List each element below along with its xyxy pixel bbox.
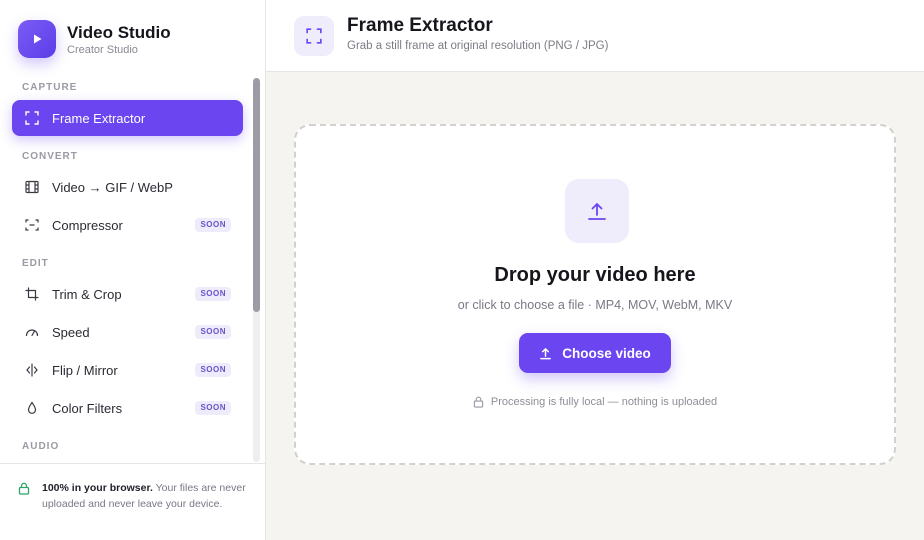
- frame-corners-icon: [294, 16, 334, 56]
- soon-badge: SOON: [195, 287, 231, 301]
- sidebar-item-label: Compressor: [52, 217, 123, 233]
- dropzone-title: Drop your video here: [494, 264, 696, 286]
- sidebar-item-color-filters[interactable]: Color Filters SOON: [12, 390, 243, 426]
- sidebar-item-label: Frame Extractor: [52, 110, 146, 126]
- frame-corners-icon: [24, 110, 40, 126]
- sidebar-item-trim-crop[interactable]: Trim & Crop SOON: [12, 276, 243, 312]
- film-icon: [24, 179, 40, 195]
- brand-subtitle: Creator Studio: [67, 43, 138, 56]
- sidebar: Video Studio Creator Studio CAPTURE Fram…: [0, 0, 266, 540]
- sidebar-item-label: Speed: [52, 324, 90, 340]
- brand-title: Video Studio: [67, 22, 171, 42]
- gauge-icon: [24, 324, 40, 340]
- section-label-capture: CAPTURE: [22, 82, 78, 93]
- privacy-note-bold: 100% in your browser.: [42, 482, 153, 494]
- sidebar-nav: CAPTURE Frame Extractor CONVERT Video → …: [0, 76, 252, 462]
- lock-icon: [18, 482, 30, 500]
- soon-badge: SOON: [195, 325, 231, 339]
- local-processing-text: Processing is fully local — nothing is u…: [490, 396, 718, 408]
- sidebar-item-label: Flip / Mirror: [52, 362, 118, 378]
- soon-badge: SOON: [195, 363, 231, 377]
- page-title: Frame Extractor: [347, 15, 493, 36]
- sidebar-item-video-to-gif[interactable]: Video → GIF / WebP: [12, 169, 243, 205]
- page-header: Frame Extractor Grab a still frame at or…: [266, 0, 924, 72]
- compress-icon: [24, 217, 40, 233]
- dropzone-subtitle: or click to choose a file · MP4, MOV, We…: [457, 298, 733, 312]
- droplet-icon: [24, 400, 40, 416]
- section-label-convert: CONVERT: [22, 151, 78, 162]
- scrollbar-thumb[interactable]: [253, 78, 260, 312]
- crop-icon: [24, 286, 40, 302]
- choose-video-label: Choose video: [562, 345, 651, 361]
- upload-icon: [539, 347, 552, 360]
- flip-icon: [24, 362, 40, 378]
- sidebar-item-label: Trim & Crop: [52, 286, 122, 302]
- page-subtitle: Grab a still frame at original resolutio…: [347, 40, 609, 52]
- sidebar-item-label: Color Filters: [52, 400, 123, 416]
- sidebar-item-frame-extractor[interactable]: Frame Extractor: [12, 100, 243, 136]
- privacy-note: 100% in your browser. Your files are nev…: [0, 463, 265, 540]
- lock-icon: [473, 396, 484, 408]
- sidebar-item-flip-mirror[interactable]: Flip / Mirror SOON: [12, 352, 243, 388]
- local-processing-note: Processing is fully local — nothing is u…: [296, 396, 894, 408]
- section-label-audio: AUDIO: [22, 441, 60, 452]
- sidebar-item-label: Video → GIF / WebP: [52, 179, 173, 195]
- sidebar-item-compressor[interactable]: Compressor SOON: [12, 207, 243, 243]
- choose-video-button[interactable]: Choose video: [519, 333, 671, 373]
- soon-badge: SOON: [195, 401, 231, 415]
- soon-badge: SOON: [195, 218, 231, 232]
- video-dropzone[interactable]: Drop your video here or click to choose …: [294, 124, 896, 465]
- upload-icon: [565, 179, 629, 243]
- sidebar-item-speed[interactable]: Speed SOON: [12, 314, 243, 350]
- play-icon: [18, 20, 56, 58]
- section-label-edit: EDIT: [22, 258, 49, 269]
- brand[interactable]: Video Studio Creator Studio: [18, 20, 171, 58]
